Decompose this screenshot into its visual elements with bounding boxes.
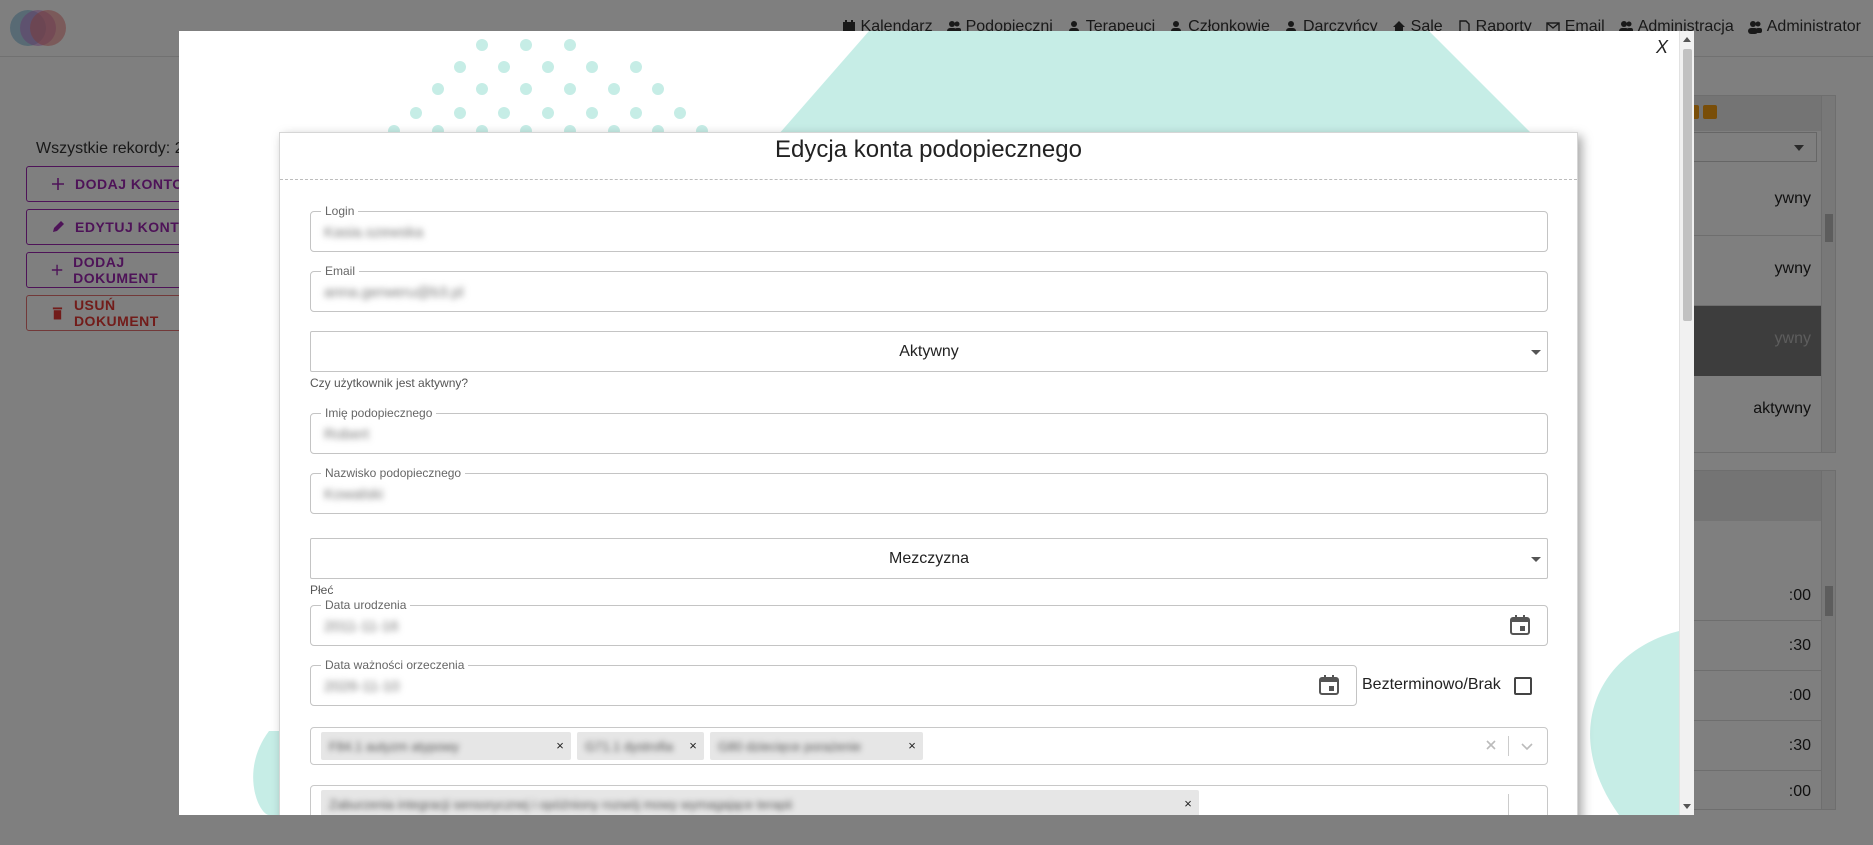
first-name-label: Imię podopiecznego xyxy=(321,405,437,421)
decorative-dot xyxy=(410,107,422,119)
decorative-dot xyxy=(498,61,510,73)
last-name-field[interactable]: Nazwisko podopiecznego Kowalski xyxy=(310,465,1548,514)
decorative-dot xyxy=(652,83,664,95)
status-helper-text: Czy użytkownik jest aktywny? xyxy=(310,376,469,390)
calendar-icon[interactable] xyxy=(1318,674,1340,696)
indefinite-checkbox[interactable] xyxy=(1514,677,1532,695)
divider xyxy=(1508,794,1509,815)
last-name-value: Kowalski xyxy=(324,486,384,503)
remove-chip-icon[interactable]: × xyxy=(905,738,919,753)
certificate-date-value: 2026-11-10 xyxy=(324,678,400,695)
divider xyxy=(1508,736,1509,756)
decorative-dot xyxy=(564,39,576,51)
scroll-up-icon[interactable] xyxy=(1683,37,1691,42)
edit-form-card: Edycja konta podopiecznego Login Kasia.s… xyxy=(279,132,1578,815)
first-name-value: Robert xyxy=(324,426,370,443)
decorative-dot xyxy=(520,83,532,95)
gender-helper-text: Płeć xyxy=(310,583,334,597)
diagnosis-chip: G80 dziecięce porażenie × xyxy=(710,732,923,760)
decorative-dot xyxy=(498,107,510,119)
diagnoses-multiselect[interactable]: F84.1 autyzm atypowy × G71.1 dystrofia ×… xyxy=(310,727,1548,765)
status-select[interactable]: Aktywny xyxy=(310,331,1548,372)
additional-chip: Zaburzenia integracji sensorycznej i opó… xyxy=(321,790,1199,815)
diagnosis-chip: F84.1 autyzm atypowy × xyxy=(321,732,571,760)
decorative-dot xyxy=(520,39,532,51)
decorative-dot xyxy=(674,107,686,119)
certificate-date-field[interactable]: Data ważności orzeczenia 2026-11-10 xyxy=(310,657,1357,706)
remove-chip-icon[interactable]: × xyxy=(686,738,700,753)
edit-ward-modal: X Edycja konta podopiecznego Login Kasia… xyxy=(179,31,1694,815)
birth-date-field[interactable]: Data urodzenia 2011-11-16 xyxy=(310,597,1548,646)
chip-label: F84.1 autyzm atypowy xyxy=(329,738,460,754)
chip-label: G71.1 dystrofia xyxy=(585,738,674,754)
decorative-dot xyxy=(454,61,466,73)
chip-label: Zaburzenia integracji sensorycznej i opó… xyxy=(329,796,793,812)
remove-chip-icon[interactable]: × xyxy=(1181,796,1195,811)
modal-scrollbar[interactable] xyxy=(1679,31,1694,815)
decorative-dot xyxy=(476,39,488,51)
email-value: anna.gerweru@b3.pl xyxy=(324,284,464,301)
caret-down-icon xyxy=(1531,350,1541,355)
login-label: Login xyxy=(321,203,359,219)
decorative-dot xyxy=(630,61,642,73)
login-field[interactable]: Login Kasia.szewska xyxy=(310,203,1548,252)
first-name-field[interactable]: Imię podopiecznego Robert xyxy=(310,405,1548,454)
additional-multiselect[interactable]: Zaburzenia integracji sensorycznej i opó… xyxy=(310,785,1548,815)
status-select-value: Aktywny xyxy=(899,343,959,360)
email-field[interactable]: Email anna.gerweru@b3.pl xyxy=(310,263,1548,312)
decorative-dot xyxy=(542,61,554,73)
decorative-dot xyxy=(564,83,576,95)
decorative-dot xyxy=(586,61,598,73)
clear-icon[interactable] xyxy=(1483,737,1499,753)
decorative-dot xyxy=(542,107,554,119)
indefinite-label: Bezterminowo/Brak xyxy=(1362,676,1501,693)
caret-down-icon xyxy=(1531,557,1541,562)
decorative-dot xyxy=(454,107,466,119)
modal-title: Edycja konta podopiecznego xyxy=(280,133,1577,180)
decorative-dot xyxy=(630,107,642,119)
login-value: Kasia.szewska xyxy=(324,224,424,241)
email-label: Email xyxy=(321,263,360,279)
birth-date-value: 2011-11-16 xyxy=(324,618,399,635)
close-button[interactable]: X xyxy=(1656,37,1668,58)
gender-select[interactable]: Mezczyzna xyxy=(310,538,1548,579)
decorative-dot xyxy=(586,107,598,119)
scroll-thumb[interactable] xyxy=(1683,49,1692,321)
calendar-icon[interactable] xyxy=(1509,614,1531,636)
certificate-date-label: Data ważności orzeczenia xyxy=(321,657,469,673)
decorative-dot xyxy=(608,83,620,95)
scroll-down-icon[interactable] xyxy=(1683,804,1691,809)
chevron-down-icon[interactable] xyxy=(1519,738,1535,754)
birth-date-label: Data urodzenia xyxy=(321,597,411,613)
decorative-dot xyxy=(432,83,444,95)
last-name-label: Nazwisko podopiecznego xyxy=(321,465,466,481)
remove-chip-icon[interactable]: × xyxy=(553,738,567,753)
gender-select-value: Mezczyzna xyxy=(888,550,970,567)
diagnosis-chip: G71.1 dystrofia × xyxy=(577,732,704,760)
decorative-dot xyxy=(476,83,488,95)
chip-label: G80 dziecięce porażenie xyxy=(718,738,862,754)
